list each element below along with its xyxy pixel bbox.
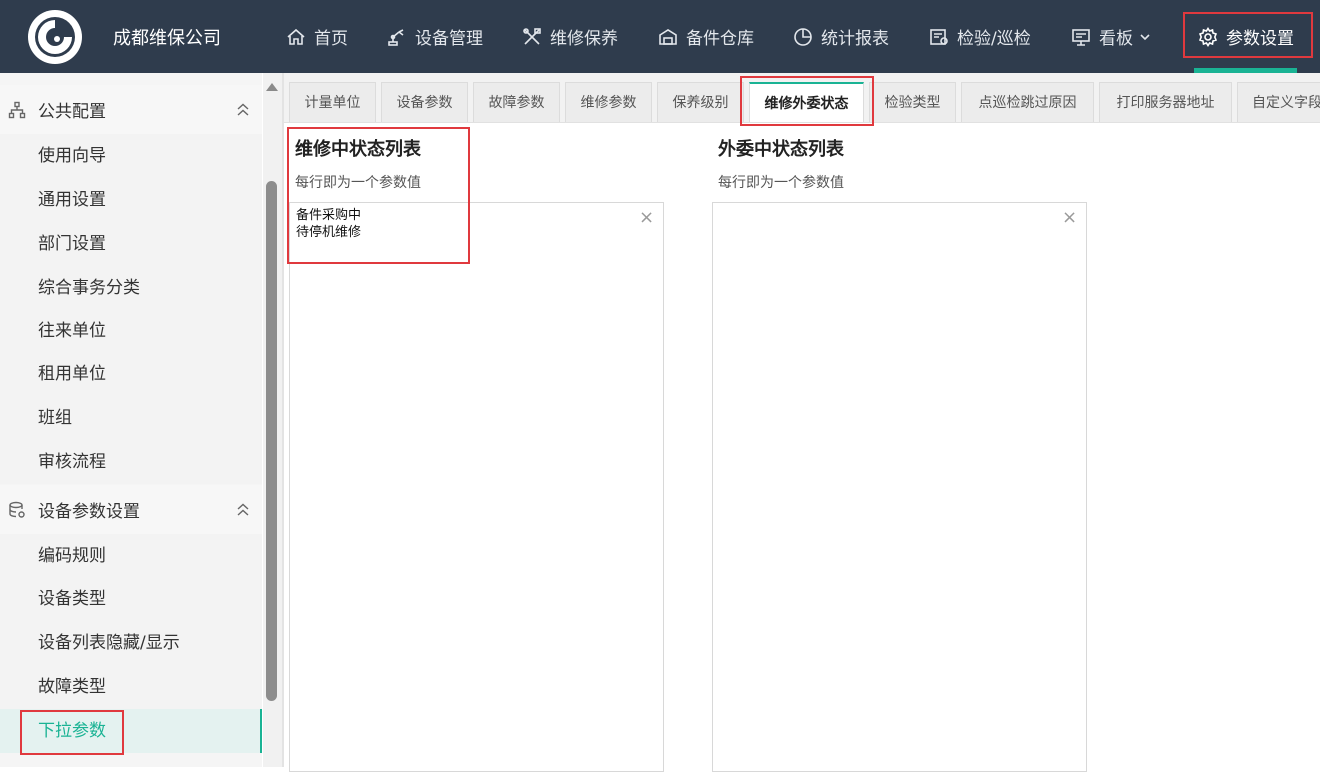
board-icon bbox=[1072, 28, 1090, 46]
outsource-status-textarea[interactable] bbox=[712, 202, 1087, 772]
sidebar-item-equipment-types[interactable]: 设备类型 bbox=[0, 577, 262, 621]
nav-settings[interactable]: 参数设置 bbox=[1198, 0, 1294, 73]
nav-reports-label: 统计报表 bbox=[821, 29, 889, 49]
sitemap-icon bbox=[8, 101, 26, 118]
tab-outsource-status[interactable]: 维修外委状态 bbox=[749, 82, 864, 122]
repair-status-textarea[interactable]: 备件采购中 待停机维修 bbox=[289, 202, 664, 772]
tab-print-server[interactable]: 打印服务器地址 bbox=[1099, 82, 1232, 122]
tab-inspection-types[interactable]: 检验类型 bbox=[869, 82, 956, 122]
outsource-status-title: 外委中状态列表 bbox=[718, 139, 844, 160]
clear-icon[interactable]: × bbox=[1062, 209, 1077, 227]
company-name: 成都维保公司 bbox=[113, 28, 221, 49]
sidebar-divider bbox=[282, 73, 284, 767]
top-nav-bar: 成都维保公司 首页 设备管理 维修保养 备件仓库 统计报表 检验/巡检 看板 参… bbox=[0, 0, 1320, 73]
sidebar-group-label: 设备参数设置 bbox=[38, 502, 140, 522]
repair-status-title: 维修中状态列表 bbox=[295, 139, 421, 160]
nav-equipment[interactable]: 设备管理 bbox=[387, 0, 483, 73]
nav-dashboard[interactable]: 看板 bbox=[1071, 0, 1151, 73]
database-gear-icon bbox=[9, 501, 25, 518]
sidebar-group-equipment-params[interactable]: 设备参数设置 bbox=[0, 485, 262, 534]
nav-home-label: 首页 bbox=[314, 29, 348, 49]
company-logo bbox=[28, 10, 82, 64]
tab-maintenance-levels[interactable]: 保养级别 bbox=[657, 82, 744, 122]
scroll-up-arrow-icon[interactable] bbox=[266, 83, 278, 91]
nav-dashboard-label: 看板 bbox=[1099, 29, 1133, 49]
sidebar-item-partners[interactable]: 往来单位 bbox=[0, 309, 262, 353]
nav-home[interactable]: 首页 bbox=[286, 0, 348, 73]
nav-spare-parts[interactable]: 备件仓库 bbox=[658, 0, 754, 73]
nav-maintenance-label: 维修保养 bbox=[550, 29, 618, 49]
sidebar-item-coding-rules[interactable]: 编码规则 bbox=[0, 534, 262, 578]
nav-maintenance[interactable]: 维修保养 bbox=[522, 0, 618, 73]
sidebar-item-affairs[interactable]: 综合事务分类 bbox=[0, 266, 262, 310]
repair-status-hint: 每行即为一个参数值 bbox=[295, 175, 421, 191]
tab-fault-params[interactable]: 故障参数 bbox=[473, 82, 560, 122]
sidebar-item-departments[interactable]: 部门设置 bbox=[0, 222, 262, 266]
sidebar-item-fault-types[interactable]: 故障类型 bbox=[0, 665, 262, 709]
sidebar-item-lessees[interactable]: 租用单位 bbox=[0, 352, 262, 396]
chevron-down-icon bbox=[1140, 33, 1150, 40]
clear-icon[interactable]: × bbox=[639, 209, 654, 227]
tab-repair-params[interactable]: 维修参数 bbox=[565, 82, 652, 122]
nav-spare-parts-label: 备件仓库 bbox=[686, 29, 754, 49]
nav-reports[interactable]: 统计报表 bbox=[793, 0, 889, 73]
sidebar-group-label: 公共配置 bbox=[38, 102, 106, 122]
sidebar-item-approval[interactable]: 审核流程 bbox=[0, 440, 262, 484]
outsource-status-hint: 每行即为一个参数值 bbox=[718, 175, 844, 191]
nav-settings-label: 参数设置 bbox=[1226, 29, 1294, 49]
sidebar-scroll-thumb[interactable] bbox=[266, 181, 277, 701]
sidebar-item-dropdown-params[interactable]: 下拉参数 bbox=[0, 709, 262, 753]
pie-chart-icon bbox=[794, 27, 812, 46]
chevron-up-icon bbox=[237, 503, 249, 516]
nav-equipment-label: 设备管理 bbox=[415, 29, 483, 49]
param-tabs: 计量单位 设备参数 故障参数 维修参数 保养级别 维修外委状态 检验类型 点巡检… bbox=[284, 73, 1320, 123]
warehouse-icon bbox=[659, 28, 677, 45]
robot-arm-icon bbox=[388, 28, 404, 46]
tab-custom-fields[interactable]: 自定义字段 bbox=[1237, 82, 1320, 122]
sidebar-item-general[interactable]: 通用设置 bbox=[0, 178, 262, 222]
sidebar: 公共配置 使用向导 通用设置 部门设置 综合事务分类 往来单位 租用单位 班组 … bbox=[0, 73, 262, 767]
sidebar-item-guide[interactable]: 使用向导 bbox=[0, 134, 262, 178]
tab-skip-reasons[interactable]: 点巡检跳过原因 bbox=[961, 82, 1094, 122]
tools-icon bbox=[523, 27, 541, 45]
home-icon bbox=[287, 28, 305, 45]
nav-inspection-label: 检验/巡检 bbox=[957, 29, 1031, 49]
tab-equipment-params[interactable]: 设备参数 bbox=[381, 82, 468, 122]
sidebar-item-column-visibility[interactable]: 设备列表隐藏/显示 bbox=[0, 621, 262, 665]
gear-icon bbox=[1198, 26, 1218, 47]
chevron-up-icon bbox=[237, 103, 249, 116]
nav-inspection[interactable]: 检验/巡检 bbox=[929, 0, 1031, 73]
sidebar-item-teams[interactable]: 班组 bbox=[0, 396, 262, 440]
inspection-icon bbox=[930, 28, 948, 45]
sidebar-group-common[interactable]: 公共配置 bbox=[0, 85, 262, 134]
tab-units[interactable]: 计量单位 bbox=[289, 82, 376, 122]
